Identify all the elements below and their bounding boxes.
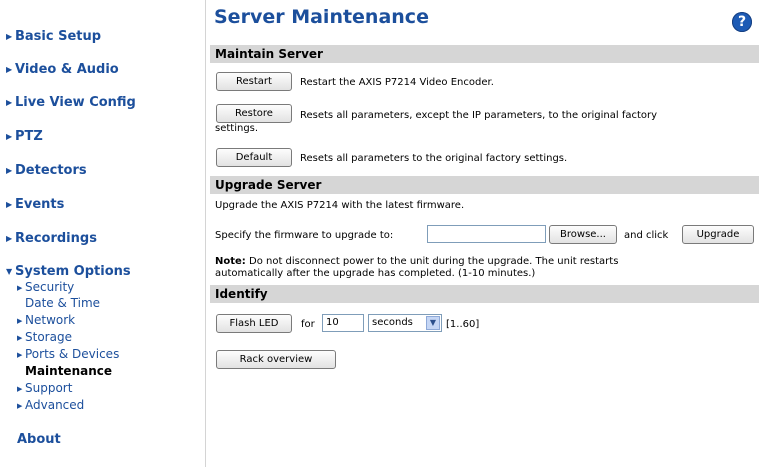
sidebar-subitem-label: Date & Time — [25, 296, 101, 310]
sidebar-subitem-label: Advanced — [25, 398, 85, 412]
firmware-label: Specify the firmware to upgrade to: — [215, 230, 394, 241]
note-text: Do not disconnect power to the unit duri… — [245, 256, 619, 267]
duration-unit-value: seconds — [372, 317, 413, 328]
sidebar-subitem-label: Network — [25, 313, 76, 327]
section-maintain-server: Maintain Server — [210, 45, 759, 63]
sidebar-item-detectors[interactable]: ▶ Detectors — [6, 163, 87, 178]
sidebar-item-label: Video & Audio — [15, 62, 119, 77]
upgrade-intro: Upgrade the AXIS P7214 with the latest f… — [215, 200, 465, 211]
flash-duration-input[interactable]: 10 — [322, 314, 364, 332]
default-button[interactable]: Default — [216, 148, 292, 167]
sidebar-item-live-view-config[interactable]: ▶ Live View Config — [6, 95, 136, 110]
chevron-right-icon: ▶ — [6, 200, 13, 209]
sidebar-subitem-label: Security — [25, 280, 75, 294]
sidebar-item-label: PTZ — [15, 129, 43, 144]
for-label: for — [301, 319, 315, 330]
section-upgrade-server: Upgrade Server — [210, 176, 759, 194]
sidebar-subitem-maintenance[interactable]: Maintenance — [25, 364, 112, 379]
chevron-right-icon: ▶ — [6, 65, 13, 74]
restart-button[interactable]: Restart — [216, 72, 292, 91]
sidebar-subitem-security[interactable]: ▶ Security — [17, 280, 74, 296]
chevron-right-icon: ▶ — [17, 385, 23, 393]
page-title: Server Maintenance — [214, 6, 429, 28]
sidebar-nav: ▶ Basic Setup ▶ Video & Audio ▶ Live View C… — [0, 0, 206, 467]
sidebar-item-basic-setup[interactable]: ▶ Basic Setup — [6, 29, 101, 44]
restore-description-cont: settings. — [215, 123, 259, 134]
chevron-right-icon: ▶ — [6, 98, 13, 107]
sidebar-item-video-audio[interactable]: ▶ Video & Audio — [6, 62, 119, 77]
sidebar-item-label: System Options — [15, 264, 131, 279]
sidebar-item-label: Detectors — [15, 163, 87, 178]
sidebar-item-about[interactable]: About — [17, 432, 61, 447]
chevron-right-icon: ▶ — [17, 334, 23, 342]
rack-overview-button[interactable]: Rack overview — [216, 350, 336, 369]
sidebar-item-label: Recordings — [15, 231, 97, 246]
sidebar-subitem-label: Storage — [25, 330, 72, 344]
browse-button[interactable]: Browse... — [549, 225, 617, 244]
restore-description: Resets all parameters, except the IP par… — [300, 110, 658, 121]
duration-unit-select[interactable]: seconds ▼ — [368, 314, 442, 332]
sidebar-item-label: Events — [15, 197, 65, 212]
upgrade-button[interactable]: Upgrade — [682, 225, 754, 244]
note-label: Note: — [215, 256, 246, 267]
chevron-right-icon: ▶ — [17, 317, 23, 325]
chevron-right-icon: ▶ — [6, 132, 13, 141]
default-description: Resets all parameters to the original fa… — [300, 153, 568, 164]
sidebar-item-ptz[interactable]: ▶ PTZ — [6, 129, 43, 144]
chevron-right-icon: ▶ — [17, 351, 23, 359]
chevron-right-icon: ▶ — [17, 402, 23, 410]
sidebar-subitem-label: Ports & Devices — [25, 347, 120, 361]
sidebar-item-label: Basic Setup — [15, 29, 102, 44]
chevron-down-icon: ▼ — [426, 316, 440, 330]
sidebar-subitem-ports-devices[interactable]: ▶ Ports & Devices — [17, 347, 119, 363]
duration-range-hint: [1..60] — [446, 319, 480, 330]
upgrade-note-cont: automatically after the upgrade has comp… — [215, 268, 536, 279]
help-icon[interactable]: ? — [732, 12, 752, 32]
sidebar-item-label: Live View Config — [15, 95, 136, 110]
chevron-down-icon: ▼ — [6, 267, 13, 276]
section-identify: Identify — [210, 285, 759, 303]
sidebar-subitem-storage[interactable]: ▶ Storage — [17, 330, 72, 346]
sidebar-subitem-network[interactable]: ▶ Network — [17, 313, 75, 329]
and-click-label: and click — [624, 230, 669, 241]
chevron-right-icon: ▶ — [6, 166, 13, 175]
chevron-right-icon: ▶ — [17, 284, 23, 292]
sidebar-subitem-label: Support — [25, 381, 73, 395]
chevron-right-icon: ▶ — [6, 32, 13, 41]
flash-led-button[interactable]: Flash LED — [216, 314, 292, 333]
sidebar-subitem-advanced[interactable]: ▶ Advanced — [17, 398, 84, 414]
sidebar-item-recordings[interactable]: ▶ Recordings — [6, 231, 97, 246]
restore-button[interactable]: Restore — [216, 104, 292, 123]
sidebar-subitem-date-time[interactable]: Date & Time — [25, 296, 100, 311]
sidebar-subitem-support[interactable]: ▶ Support — [17, 381, 72, 397]
sidebar-item-events[interactable]: ▶ Events — [6, 197, 64, 212]
firmware-file-input[interactable] — [427, 225, 546, 243]
sidebar-subitem-label: Maintenance — [25, 364, 113, 378]
sidebar-item-system-options[interactable]: ▼ System Options — [6, 264, 131, 279]
chevron-right-icon: ▶ — [6, 234, 13, 243]
restart-description: Restart the AXIS P7214 Video Encoder. — [300, 77, 494, 88]
